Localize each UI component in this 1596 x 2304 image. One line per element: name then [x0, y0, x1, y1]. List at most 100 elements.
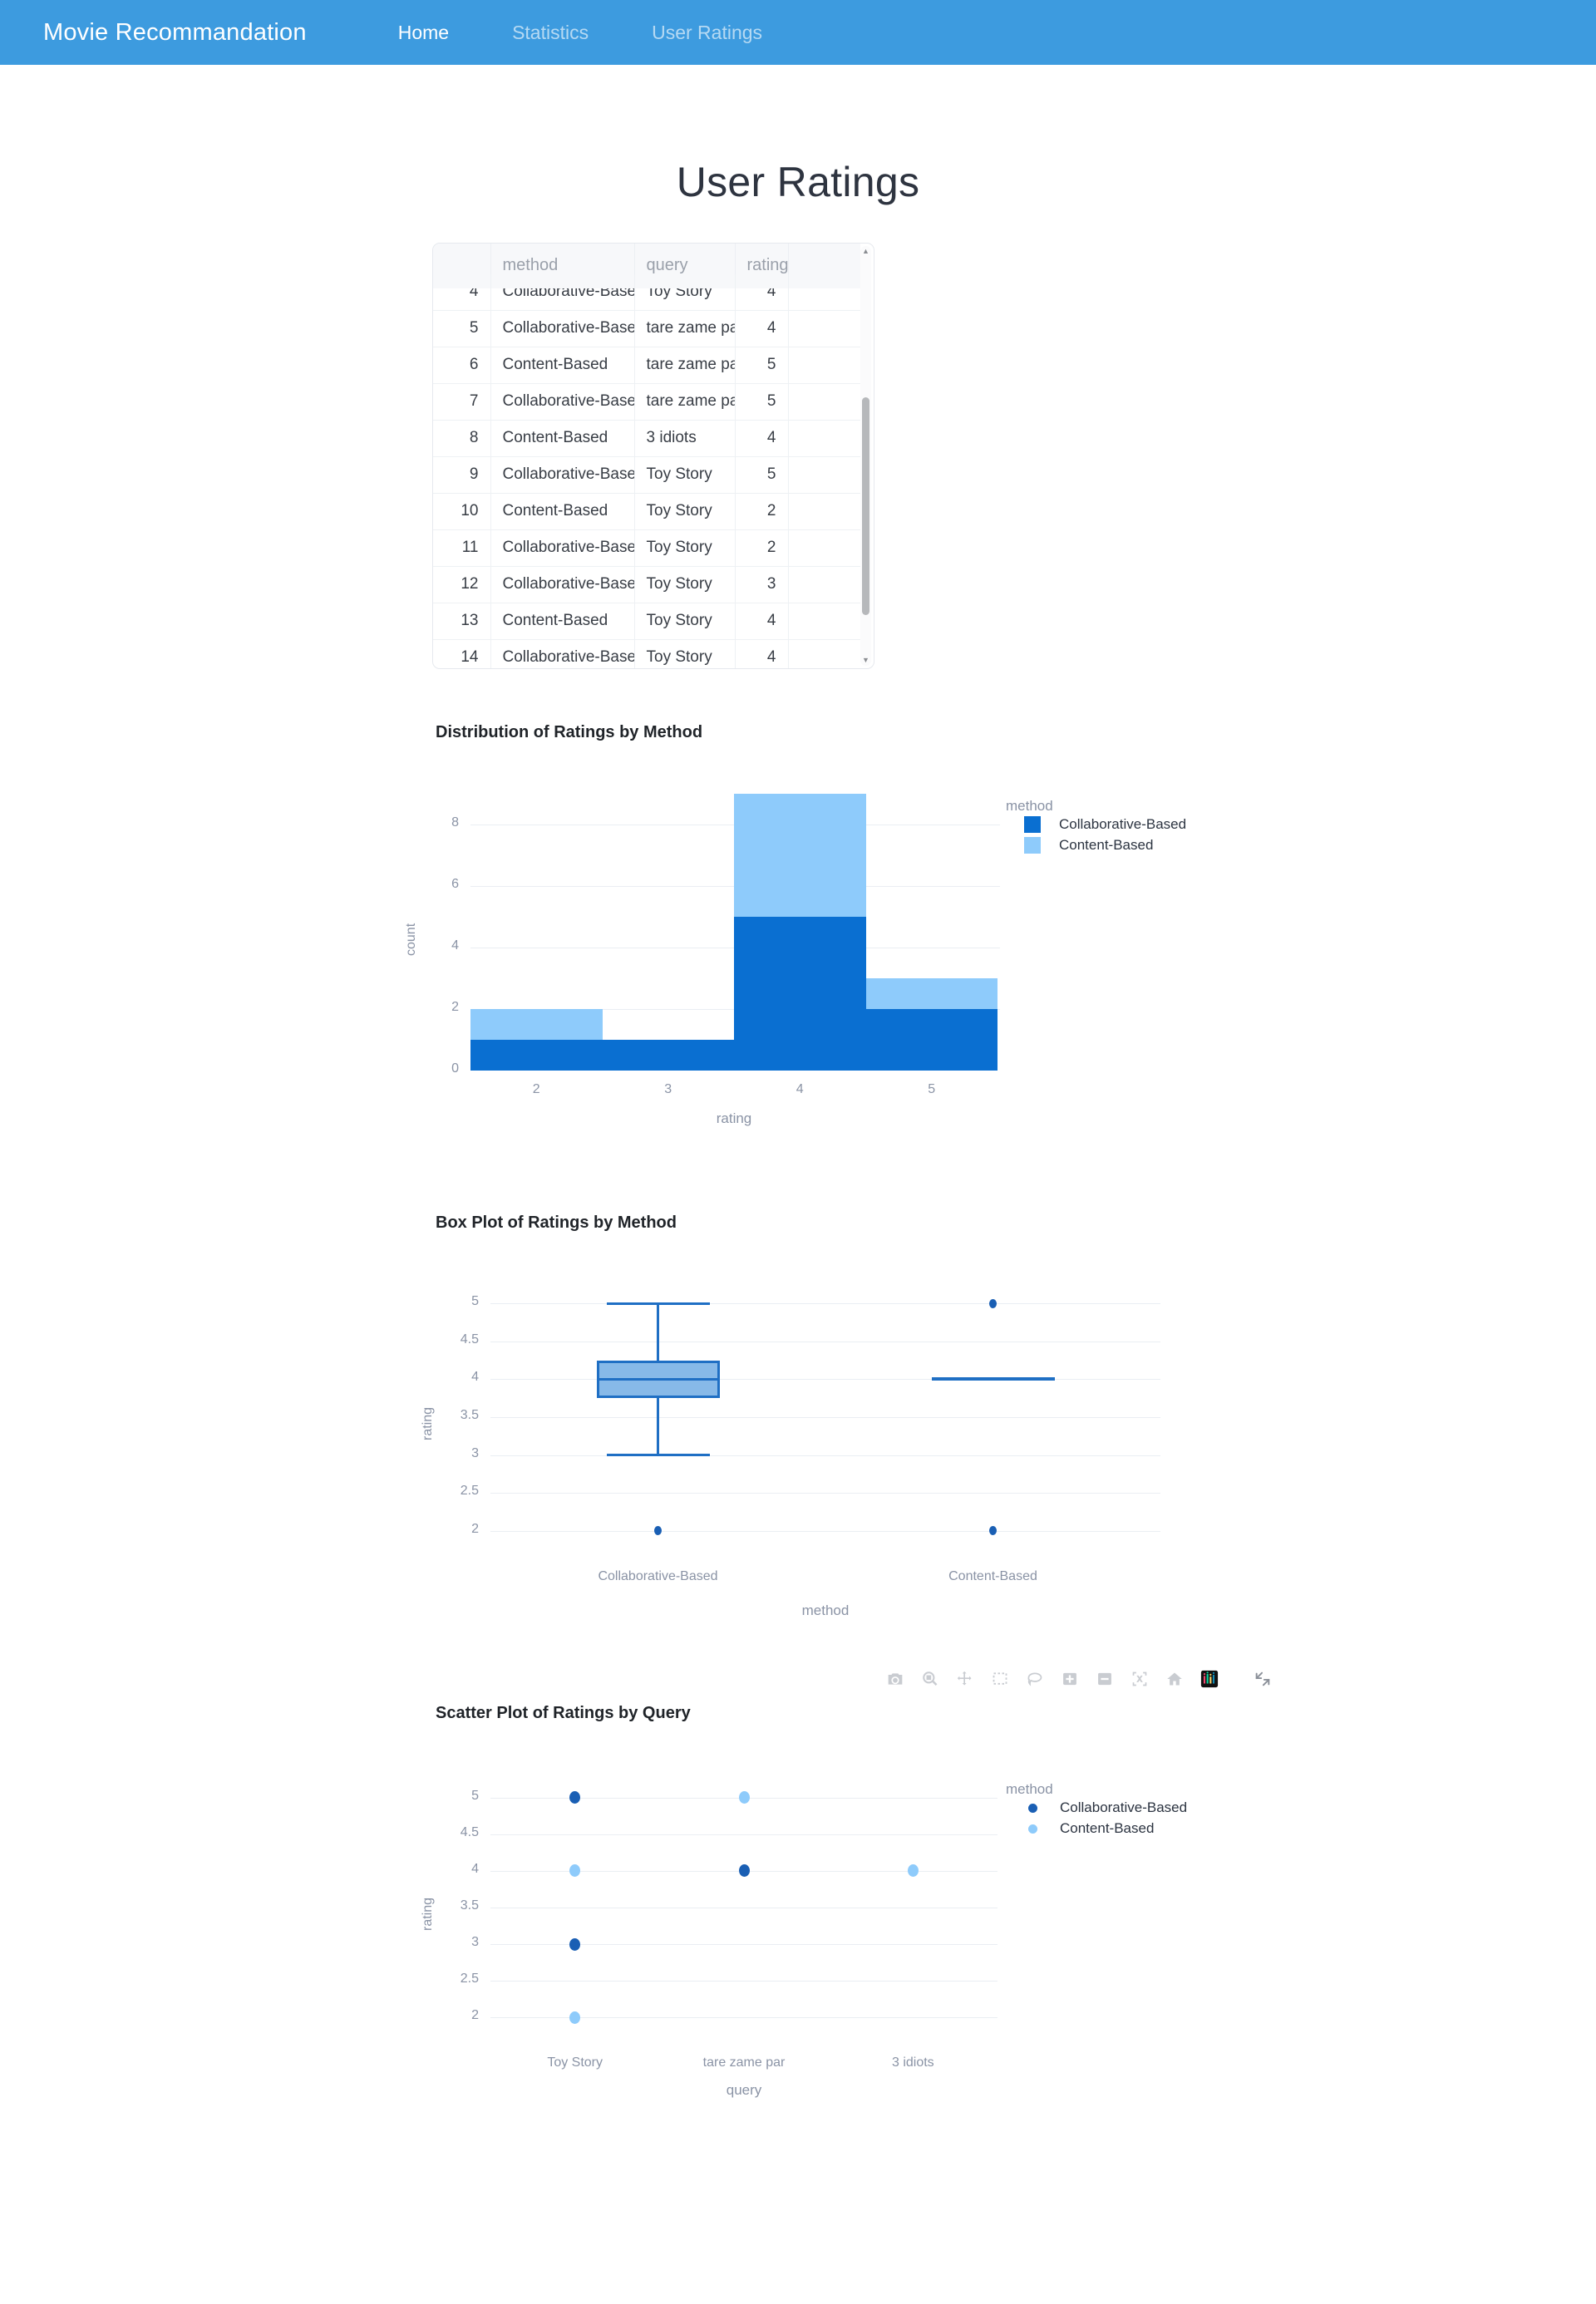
pan-icon[interactable]: [953, 1666, 978, 1691]
reset-axes-icon[interactable]: [1162, 1666, 1187, 1691]
histogram-plot[interactable]: 0 2 4 6 8 2 3 4 5 rating count method Collaborative-…: [0, 723, 1596, 1126]
y-axis-title: rating: [421, 1406, 435, 1440]
y-tick-label: 5: [471, 1294, 479, 1309]
gridline: [490, 2017, 998, 2019]
cell-method: Collaborative-Based: [490, 310, 635, 347]
scatter-point-1-3[interactable]: [738, 1864, 750, 1878]
cell-rating: 4: [735, 310, 789, 347]
cell-query: Toy Story: [634, 493, 736, 530]
autoscale-icon[interactable]: [1127, 1666, 1152, 1691]
cell-method: Content-Based: [490, 420, 635, 457]
page-title: User Ratings: [676, 159, 920, 205]
table-row: 12 Collaborative-Based Toy Story 3: [433, 566, 860, 603]
zoom-in-icon[interactable]: [1057, 1666, 1082, 1691]
bar-collaborative-3[interactable]: [602, 1040, 734, 1071]
brand-title[interactable]: Movie Recommandation: [43, 19, 307, 47]
scroll-up-arrow-icon[interactable]: ▲: [862, 248, 869, 255]
cell-method: Content-Based: [490, 493, 635, 530]
collapse-icon[interactable]: [1250, 1666, 1275, 1691]
x-tick-label: 3: [664, 1082, 672, 1096]
cell-method: Content-Based: [490, 603, 635, 640]
bar-collaborative-5[interactable]: [865, 1009, 998, 1071]
zoom-out-icon[interactable]: [1092, 1666, 1117, 1691]
table-row: 10 Content-Based Toy Story 2: [433, 493, 860, 530]
box-median-line-2[interactable]: [931, 1377, 1055, 1381]
cell-query: Toy Story: [634, 603, 736, 640]
nav-link-user-ratings[interactable]: User Ratings: [620, 22, 794, 44]
legend-dot-2: [1028, 1824, 1037, 1834]
download-plot-icon[interactable]: [883, 1666, 908, 1691]
box-outlier-1-1[interactable]: [654, 1526, 662, 1536]
cell-blank: [788, 639, 860, 668]
x-tick-label-1: Collaborative-Based: [598, 1569, 718, 1583]
legend-item-1[interactable]: Collaborative-Based: [1024, 816, 1186, 833]
box-select-icon[interactable]: [988, 1666, 1012, 1691]
plotly-logo-icon[interactable]: [1197, 1666, 1222, 1691]
cell-index: 5: [433, 310, 491, 347]
scatter-point-2-2[interactable]: [569, 2011, 581, 2024]
plotly-modebar[interactable]: [883, 1666, 1275, 1691]
y-tick-label: 2: [471, 2008, 479, 2023]
boxplot-plot[interactable]: 2 2.5 3 3.5 4 4.5 5 Collaborative-Based Content-…: [0, 1214, 1596, 1637]
bar-collaborative-2[interactable]: [470, 1040, 603, 1071]
ratings-table-scroll[interactable]: method query rating 4 Collaborative-Based…: [433, 244, 874, 668]
nav-link-statistics[interactable]: Statistics: [480, 22, 620, 44]
col-blank: [788, 244, 860, 289]
navbar: Movie Recommandation Home Statistics Use…: [0, 0, 1596, 65]
x-axis-title: query: [726, 2082, 762, 2098]
scatter-point-1-2[interactable]: [569, 1937, 581, 1951]
bar-content-5[interactable]: [865, 978, 998, 1009]
legend-swatch-1: [1024, 816, 1041, 833]
cell-blank: [788, 310, 860, 347]
cell-query: Toy Story: [634, 639, 736, 668]
scroll-down-arrow-icon[interactable]: ▼: [862, 657, 869, 664]
ratings-table-container[interactable]: method query rating 4 Collaborative-Based…: [432, 243, 874, 669]
cell-index: 10: [433, 493, 491, 530]
nav-link-home[interactable]: Home: [367, 22, 480, 44]
box-outlier-2-1[interactable]: [989, 1298, 997, 1308]
scatter-plot[interactable]: 2 2.5 3 3.5 4 4.5 5 Toy Story tare zame par 3 idi…: [0, 1704, 1596, 2119]
col-query[interactable]: query: [634, 244, 736, 289]
cell-query: tare zame par: [634, 310, 736, 347]
y-tick-label: 2: [471, 1521, 479, 1536]
cell-method: Collaborative-Based: [490, 566, 635, 603]
cell-blank: [788, 529, 860, 567]
scatter-point-2-3[interactable]: [738, 1791, 750, 1804]
table-body: 4 Collaborative-Based Toy Story 4 5 Collabora…: [433, 273, 860, 668]
scrollbar-thumb[interactable]: [862, 396, 869, 616]
scatter-point-1-1[interactable]: [569, 1791, 581, 1804]
zoom-icon[interactable]: [918, 1666, 943, 1691]
cell-index: 6: [433, 347, 491, 384]
legend-item-1[interactable]: Collaborative-Based: [1024, 1799, 1187, 1816]
x-axis-title: rating: [716, 1110, 752, 1126]
cell-query: tare zame par: [634, 347, 736, 384]
legend-label-1: Collaborative-Based: [1059, 816, 1187, 832]
cell-blank: [788, 383, 860, 421]
lasso-select-icon[interactable]: [1022, 1666, 1047, 1691]
col-rating[interactable]: rating: [735, 244, 789, 289]
table-row: 11 Collaborative-Based Toy Story 2: [433, 529, 860, 567]
table-vertical-scrollbar[interactable]: ▲ ▼: [860, 246, 871, 666]
cell-blank: [788, 420, 860, 457]
cell-rating: 2: [735, 493, 789, 530]
col-method[interactable]: method: [490, 244, 635, 289]
y-tick-label: 4: [471, 1861, 479, 1876]
x-tick-label: 4: [796, 1082, 804, 1096]
bar-collaborative-4[interactable]: [734, 917, 866, 1071]
y-tick-label: 2.5: [460, 1972, 479, 1986]
legend-item-2[interactable]: Content-Based: [1024, 1820, 1154, 1837]
box-outlier-2-2[interactable]: [989, 1526, 997, 1536]
scatter-point-2-4[interactable]: [907, 1864, 919, 1878]
gridline: [490, 1379, 1160, 1381]
scatter-point-2-1[interactable]: [569, 1864, 581, 1878]
cell-rating: 5: [735, 456, 789, 494]
bar-content-2[interactable]: [470, 1009, 603, 1040]
cell-index: 13: [433, 603, 491, 640]
cell-blank: [788, 603, 860, 640]
legend-swatch-2: [1024, 837, 1041, 854]
cell-method: Content-Based: [490, 347, 635, 384]
bar-content-4[interactable]: [734, 794, 866, 917]
cell-blank: [788, 347, 860, 384]
legend-item-2[interactable]: Content-Based: [1024, 837, 1153, 854]
col-index[interactable]: [433, 244, 491, 289]
